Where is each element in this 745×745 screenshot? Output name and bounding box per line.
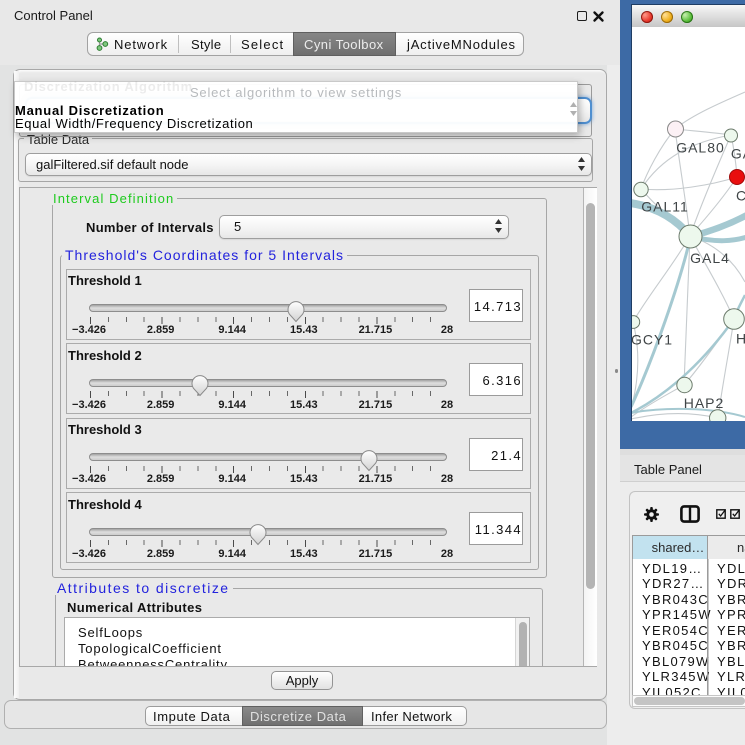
svg-text:HAP2: HAP2 bbox=[684, 395, 725, 411]
svg-text:GCY1: GCY1 bbox=[632, 332, 673, 348]
svg-text:GAL4: GAL4 bbox=[690, 250, 730, 266]
svg-text:GAL80: GAL80 bbox=[676, 140, 725, 156]
svg-text:C: C bbox=[736, 188, 745, 204]
svg-text:H: H bbox=[736, 331, 745, 347]
svg-text:GA: GA bbox=[731, 146, 745, 162]
svg-text:GAL11: GAL11 bbox=[641, 199, 689, 215]
